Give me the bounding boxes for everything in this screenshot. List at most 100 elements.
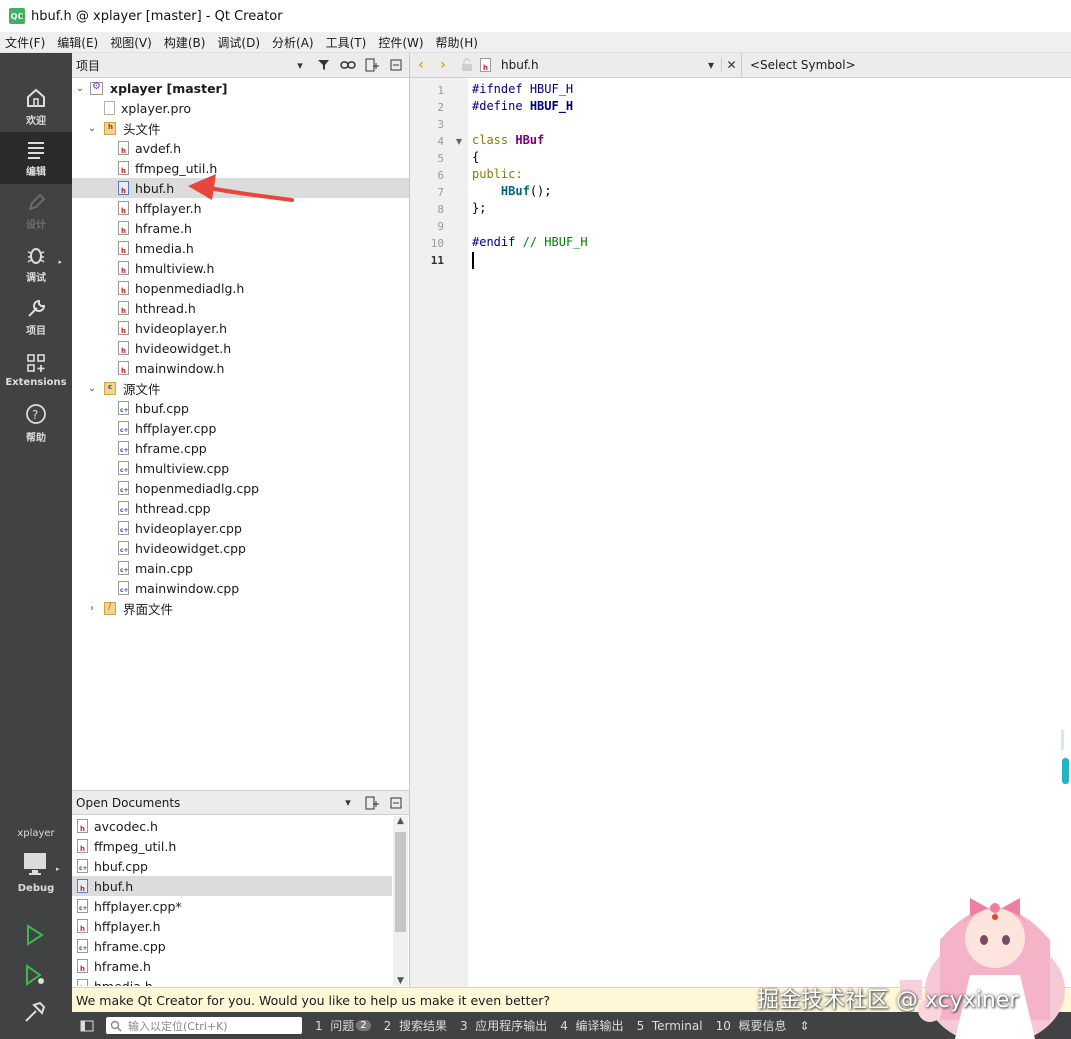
header-file-icon [118, 281, 129, 295]
pane-more-icon[interactable]: ⇕ [800, 1019, 810, 1033]
tree-folder-forms[interactable]: › 界面文件 [72, 598, 409, 618]
tree-item-source-file[interactable]: hmultiview.cpp [72, 458, 409, 478]
menu-help[interactable]: 帮助(H) [431, 34, 483, 51]
pane-issues[interactable]: 1 问题 2 [315, 1017, 371, 1034]
menu-file[interactable]: 文件(F) [0, 34, 50, 51]
tree-item-header-file[interactable]: hopenmediadlg.h [72, 278, 409, 298]
header-file-icon [118, 141, 129, 155]
split-icon[interactable] [361, 55, 383, 75]
line-number: 2 [437, 101, 444, 114]
mode-projects[interactable]: 项目 [0, 291, 72, 343]
tree-item-source-file[interactable]: hffplayer.cpp [72, 418, 409, 438]
pane-search-results[interactable]: 2 搜索结果 [384, 1017, 447, 1034]
tree-item-pro-file[interactable]: xplayer.pro [72, 98, 409, 118]
pane-general-messages[interactable]: 10 概要信息 [716, 1017, 787, 1034]
menu-analyze[interactable]: 分析(A) [267, 34, 319, 51]
tree-item-source-file[interactable]: hframe.cpp [72, 438, 409, 458]
menu-tools[interactable]: 工具(T) [321, 34, 372, 51]
nav-back-icon[interactable]: ‹ [410, 57, 432, 73]
monitor-icon[interactable] [22, 851, 50, 877]
close-editor-icon[interactable]: ✕ [721, 58, 741, 72]
open-document-item[interactable]: hbuf.h [72, 876, 392, 896]
project-panel-title: 项目 [76, 58, 101, 73]
tree-item-source-file[interactable]: hopenmediadlg.cpp [72, 478, 409, 498]
locator-input[interactable]: 输入以定位(Ctrl+K) [106, 1017, 302, 1034]
tree-item-label: main.cpp [135, 560, 193, 576]
tree-folder-headers[interactable]: ⌄ 头文件 [72, 118, 409, 138]
symbol-selector[interactable]: <Select Symbol> [750, 58, 856, 72]
mode-help-label: 帮助 [26, 432, 46, 444]
mode-design[interactable]: 设计 [0, 185, 72, 237]
header-folder-icon [104, 121, 116, 135]
open-document-item[interactable]: ffmpeg_util.h [72, 836, 392, 856]
project-icon [90, 81, 103, 95]
menu-edit[interactable]: 编辑(E) [52, 34, 103, 51]
tree-item-label: hvideoplayer.cpp [135, 520, 242, 536]
pane-compile-output[interactable]: 4 编译输出 [560, 1017, 623, 1034]
close-panel-icon[interactable] [385, 793, 407, 813]
open-document-item[interactable]: hffplayer.h [72, 916, 392, 936]
scroll-up-icon[interactable]: ▲ [393, 816, 408, 826]
source-folder-icon [104, 381, 116, 395]
view-dropdown-icon[interactable]: ▾ [289, 55, 311, 75]
open-document-item[interactable]: hbuf.cpp [72, 856, 392, 876]
mode-help[interactable]: ? 帮助 [0, 397, 72, 449]
scroll-down-icon[interactable]: ▼ [393, 976, 408, 986]
editor-file-name[interactable]: hbuf.h [501, 58, 701, 72]
open-document-item[interactable]: hffplayer.cpp* [72, 896, 392, 916]
run-icon[interactable] [22, 923, 48, 947]
collapse-caret-icon[interactable]: ⌄ [86, 123, 98, 134]
tree-item-header-file[interactable]: mainwindow.h [72, 358, 409, 378]
tree-item-label: mainwindow.h [135, 360, 225, 376]
tree-item-header-file[interactable]: hvideowidget.h [72, 338, 409, 358]
open-documents-list: avcodec.h ffmpeg_util.h hbuf.cpp hbuf.h hffp… [72, 815, 409, 986]
tree-project-root[interactable]: ⌄ xplayer [master] [72, 78, 409, 98]
menu-controls[interactable]: 控件(W) [373, 34, 428, 51]
menu-build[interactable]: 构建(B) [159, 34, 211, 51]
pane-application-output[interactable]: 3 应用程序输出 [460, 1017, 547, 1034]
tree-item-source-file[interactable]: hvideoplayer.cpp [72, 518, 409, 538]
open-document-item[interactable]: hframe.h [72, 956, 392, 976]
tree-item-header-file[interactable]: hthread.h [72, 298, 409, 318]
tree-item-source-file[interactable]: main.cpp [72, 558, 409, 578]
menu-debug[interactable]: 调试(D) [212, 34, 265, 51]
tree-item-source-file[interactable]: hbuf.cpp [72, 398, 409, 418]
collapse-caret-icon[interactable]: ⌄ [86, 383, 98, 394]
tree-item-header-file[interactable]: hmedia.h [72, 238, 409, 258]
fold-marker-icon[interactable]: ▼ [456, 137, 462, 146]
tree-folder-sources[interactable]: ⌄ 源文件 [72, 378, 409, 398]
collapse-caret-icon[interactable]: ⌄ [74, 83, 86, 94]
tree-item-source-file[interactable]: mainwindow.cpp [72, 578, 409, 598]
header-file-icon [118, 301, 129, 315]
open-document-item[interactable]: avcodec.h [72, 816, 392, 836]
mode-welcome[interactable]: 欢迎 [0, 81, 72, 133]
link-with-editor-icon[interactable] [337, 55, 359, 75]
nav-forward-icon[interactable]: › [432, 57, 454, 73]
tree-item-header-file[interactable]: avdef.h [72, 138, 409, 158]
open-document-item[interactable]: hmedia.h [72, 976, 392, 986]
tree-item-header-file[interactable]: hvideoplayer.h [72, 318, 409, 338]
tree-item-source-file[interactable]: hvideowidget.cpp [72, 538, 409, 558]
view-dropdown-icon[interactable]: ▾ [337, 793, 359, 813]
mode-edit[interactable]: 编辑 [0, 132, 72, 184]
debug-run-icon[interactable] [22, 963, 48, 987]
open-documents-scrollbar[interactable]: ▲ ▼ [393, 816, 408, 986]
code-editor[interactable]: #ifndef HBUF_H #define HBUF_H class HBuf… [468, 78, 1071, 987]
tree-item-source-file[interactable]: hthread.cpp [72, 498, 409, 518]
tree-item-label: avdef.h [135, 140, 182, 156]
open-document-item[interactable]: hframe.cpp [72, 936, 392, 956]
mode-extensions[interactable]: Extensions [0, 344, 72, 396]
filter-icon[interactable] [313, 55, 335, 75]
file-dropdown-icon[interactable]: ▾ [701, 58, 721, 72]
tree-item-header-file[interactable]: hframe.h [72, 218, 409, 238]
split-icon[interactable] [361, 793, 383, 813]
expand-caret-icon[interactable]: › [86, 603, 98, 614]
menu-view[interactable]: 视图(V) [105, 34, 157, 51]
close-panel-icon[interactable] [385, 55, 407, 75]
build-hammer-icon[interactable] [22, 1000, 48, 1024]
tree-item-header-file[interactable]: hmultiview.h [72, 258, 409, 278]
scrollbar-thumb[interactable] [395, 832, 406, 932]
mode-debug[interactable]: 调试 ▸ [0, 238, 72, 290]
toggle-sidebar-icon[interactable] [76, 1017, 98, 1035]
pane-terminal[interactable]: 5 Terminal [637, 1019, 703, 1033]
